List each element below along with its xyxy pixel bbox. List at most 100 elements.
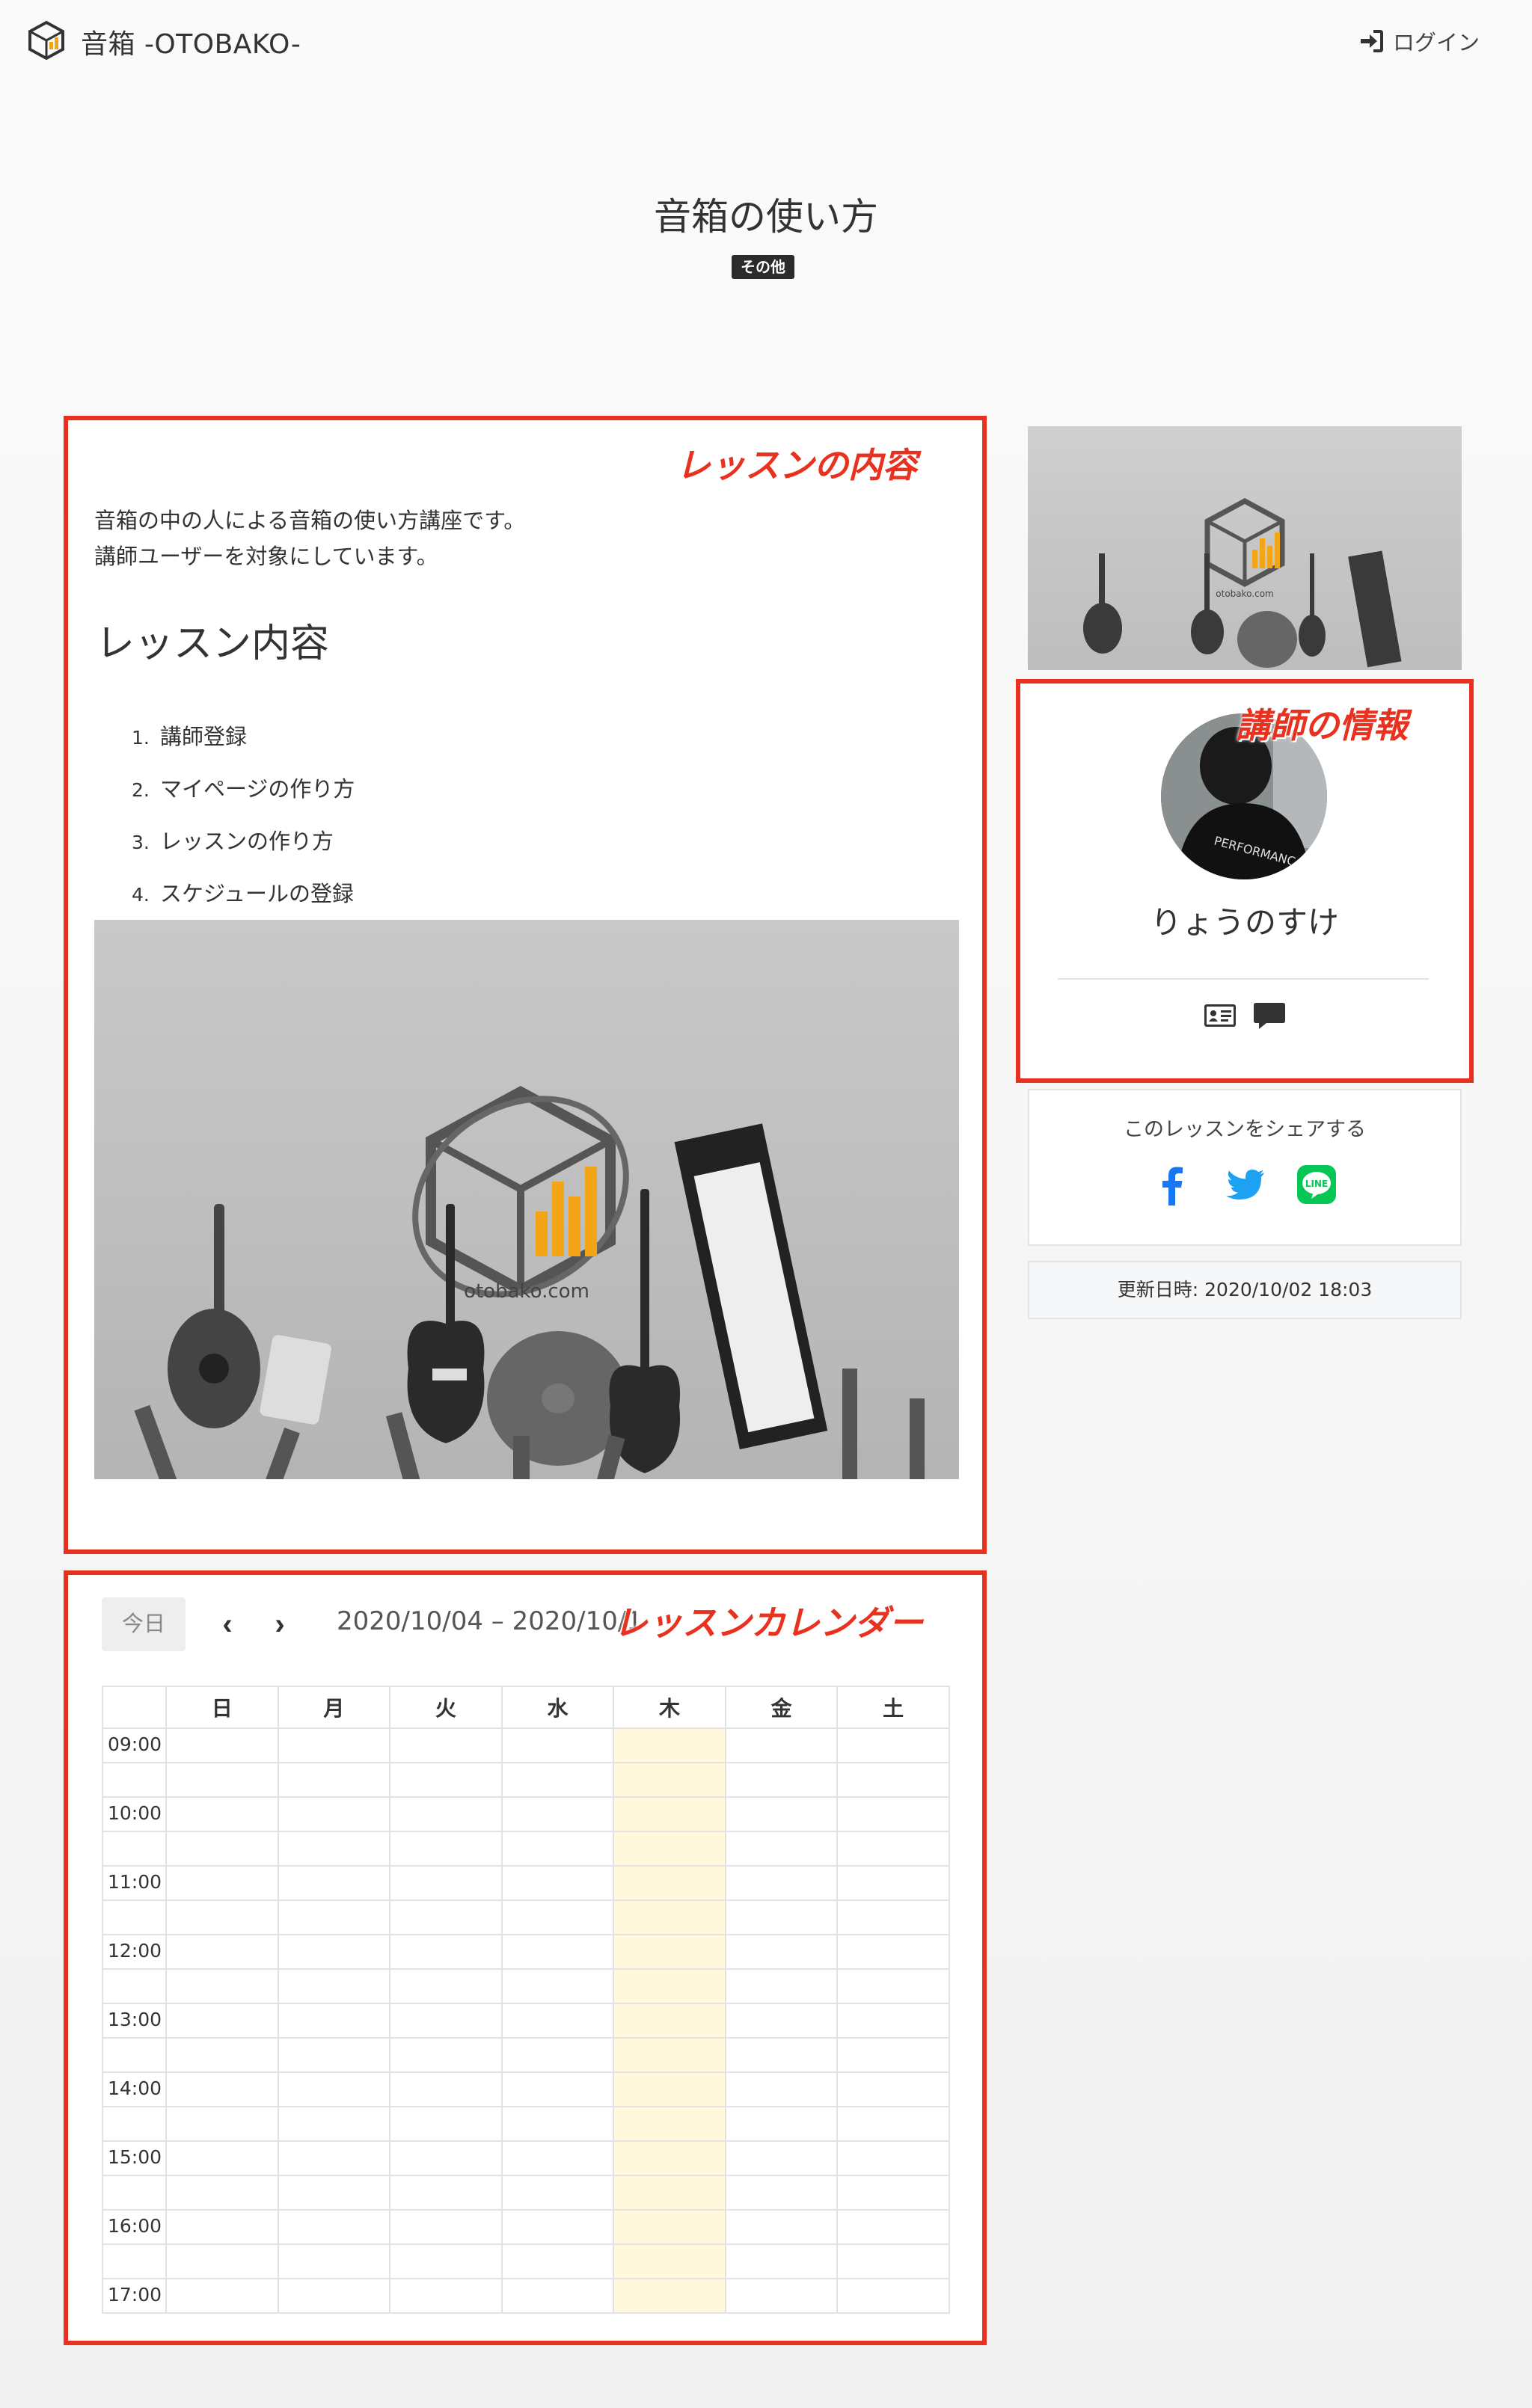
- calendar-slot[interactable]: [836, 2278, 950, 2314]
- calendar-slot[interactable]: [836, 2243, 950, 2279]
- calendar-slot[interactable]: [389, 1796, 503, 1832]
- calendar-slot[interactable]: [165, 2140, 279, 2176]
- calendar-slot[interactable]: [724, 1899, 839, 1935]
- calendar-slot[interactable]: [500, 2071, 615, 2107]
- calendar-slot[interactable]: [389, 2106, 503, 2142]
- calendar-slot[interactable]: [724, 1831, 839, 1867]
- calendar-slot[interactable]: [277, 2175, 391, 2211]
- calendar-slot[interactable]: [613, 2278, 726, 2314]
- calendar-slot[interactable]: [500, 1865, 615, 1901]
- calendar-slot[interactable]: [500, 2106, 615, 2142]
- calendar-slot[interactable]: [165, 2003, 279, 2039]
- calendar-slot[interactable]: [277, 2071, 391, 2107]
- calendar-slot[interactable]: [500, 1934, 615, 1970]
- calendar-slot[interactable]: [165, 1865, 279, 1901]
- calendar-slot[interactable]: [277, 1831, 391, 1867]
- calendar-slot[interactable]: [389, 1762, 503, 1798]
- calendar-slot[interactable]: [389, 2209, 503, 2245]
- calendar-slot[interactable]: [613, 2175, 726, 2211]
- calendar-slot[interactable]: [389, 2140, 503, 2176]
- calendar-slot[interactable]: [389, 2243, 503, 2279]
- category-badge[interactable]: その他: [732, 255, 794, 279]
- calendar-slot[interactable]: [836, 1762, 950, 1798]
- calendar-slot[interactable]: [724, 1796, 839, 1832]
- calendar-slot[interactable]: [389, 1865, 503, 1901]
- calendar-slot[interactable]: [389, 2037, 503, 2073]
- today-button[interactable]: 今日: [102, 1597, 186, 1651]
- calendar-slot[interactable]: [613, 2071, 726, 2107]
- calendar-slot[interactable]: [613, 1899, 726, 1935]
- calendar-slot[interactable]: [277, 1968, 391, 2004]
- calendar-slot[interactable]: [277, 2003, 391, 2039]
- calendar-slot[interactable]: [165, 2243, 279, 2279]
- calendar-slot[interactable]: [165, 2106, 279, 2142]
- calendar-slot[interactable]: [724, 1727, 839, 1763]
- calendar-slot[interactable]: [277, 2106, 391, 2142]
- calendar-slot[interactable]: [613, 1796, 726, 1832]
- teacher-name[interactable]: りょうのすけ: [1028, 897, 1462, 943]
- calendar-slot[interactable]: [836, 1968, 950, 2004]
- calendar-slot[interactable]: [389, 2278, 503, 2314]
- calendar-slot[interactable]: [389, 1831, 503, 1867]
- calendar-slot[interactable]: [277, 2140, 391, 2176]
- calendar-slot[interactable]: [613, 1968, 726, 2004]
- calendar-slot[interactable]: [165, 1796, 279, 1832]
- calendar-slot[interactable]: [836, 1727, 950, 1763]
- calendar-slot[interactable]: [613, 2037, 726, 2073]
- calendar-slot[interactable]: [500, 1968, 615, 2004]
- calendar-slot[interactable]: [724, 1865, 839, 1901]
- otobako-logo-icon[interactable]: [25, 19, 67, 61]
- calendar-slot[interactable]: [724, 2278, 839, 2314]
- calendar-slot[interactable]: [836, 2037, 950, 2073]
- calendar-slot[interactable]: [277, 1865, 391, 1901]
- calendar-slot[interactable]: [277, 1934, 391, 1970]
- calendar-slot[interactable]: [500, 2175, 615, 2211]
- id-card-icon[interactable]: [1204, 1001, 1237, 1031]
- calendar-slot[interactable]: [724, 2243, 839, 2279]
- prev-week-button[interactable]: ‹: [209, 1606, 245, 1642]
- calendar-slot[interactable]: [724, 2140, 839, 2176]
- calendar-slot[interactable]: [613, 1934, 726, 1970]
- calendar-slot[interactable]: [613, 1762, 726, 1798]
- calendar-slot[interactable]: [836, 2003, 950, 2039]
- calendar-slot[interactable]: [500, 1899, 615, 1935]
- calendar-slot[interactable]: [165, 1934, 279, 1970]
- calendar-slot[interactable]: [389, 1899, 503, 1935]
- calendar-slot[interactable]: [724, 1762, 839, 1798]
- calendar-slot[interactable]: [277, 1796, 391, 1832]
- calendar-slot[interactable]: [277, 1762, 391, 1798]
- calendar-slot[interactable]: [613, 1865, 726, 1901]
- calendar-slot[interactable]: [613, 2003, 726, 2039]
- calendar-slot[interactable]: [389, 2175, 503, 2211]
- login-link[interactable]: ログイン: [1358, 25, 1480, 57]
- calendar-slot[interactable]: [500, 2209, 615, 2245]
- calendar-slot[interactable]: [836, 1899, 950, 1935]
- calendar-slot[interactable]: [277, 2037, 391, 2073]
- calendar-slot[interactable]: [165, 1831, 279, 1867]
- calendar-slot[interactable]: [836, 2071, 950, 2107]
- calendar-slot[interactable]: [500, 2243, 615, 2279]
- calendar-slot[interactable]: [500, 2278, 615, 2314]
- calendar-slot[interactable]: [500, 2037, 615, 2073]
- calendar-slot[interactable]: [389, 1934, 503, 1970]
- calendar-slot[interactable]: [724, 2071, 839, 2107]
- calendar-slot[interactable]: [277, 1899, 391, 1935]
- calendar-slot[interactable]: [613, 2209, 726, 2245]
- calendar-slot[interactable]: [836, 1865, 950, 1901]
- calendar-slot[interactable]: [165, 1968, 279, 2004]
- brand-name[interactable]: 音箱 -OTOBAKO-: [81, 22, 301, 61]
- calendar-slot[interactable]: [165, 1899, 279, 1935]
- calendar-slot[interactable]: [277, 2278, 391, 2314]
- calendar-slot[interactable]: [836, 1831, 950, 1867]
- calendar-slot[interactable]: [724, 1968, 839, 2004]
- calendar-slot[interactable]: [724, 2175, 839, 2211]
- calendar-slot[interactable]: [724, 2037, 839, 2073]
- calendar-slot[interactable]: [724, 1934, 839, 1970]
- calendar-slot[interactable]: [277, 2243, 391, 2279]
- calendar-slot[interactable]: [836, 2175, 950, 2211]
- calendar-slot[interactable]: [389, 1727, 503, 1763]
- calendar-slot[interactable]: [724, 2003, 839, 2039]
- calendar-slot[interactable]: [613, 2243, 726, 2279]
- next-week-button[interactable]: ›: [262, 1606, 298, 1642]
- calendar-slot[interactable]: [836, 1796, 950, 1832]
